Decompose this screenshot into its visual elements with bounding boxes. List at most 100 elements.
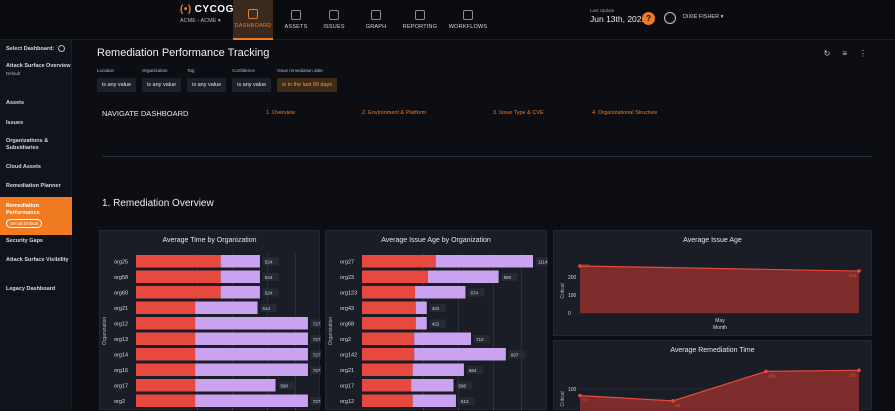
- nav-dashboard[interactable]: DASHBOARD: [233, 0, 273, 40]
- bar-segment: [435, 255, 534, 268]
- y-axis-label: Critical: [560, 283, 566, 298]
- graph-icon: [371, 10, 381, 20]
- data-label: 514: [263, 306, 271, 311]
- bar-segment: [362, 394, 413, 407]
- sidebar-item-label: Security Gaps: [6, 238, 43, 244]
- tick-label: org12: [114, 321, 128, 327]
- bar-segment: [220, 286, 260, 299]
- sidebar-item-label: Legacy Dashboard: [6, 286, 56, 292]
- tick-label: org60: [114, 290, 128, 296]
- bar-segment: [195, 394, 308, 407]
- tick-label: org21: [114, 306, 128, 312]
- sidebar-item-security-gaps[interactable]: Security Gaps: [0, 238, 72, 245]
- nav-assets-label: ASSETS: [284, 24, 308, 30]
- tick-label: org68: [340, 321, 354, 327]
- data-label: 890: [504, 275, 512, 280]
- nav-reporting[interactable]: REPORTING: [400, 0, 440, 40]
- info-icon[interactable]: [58, 45, 66, 52]
- help-icon[interactable]: ?: [642, 12, 655, 25]
- refresh-icon[interactable]: ↻: [824, 49, 831, 58]
- settings-icon[interactable]: [664, 12, 676, 24]
- filter-value[interactable]: is any value: [232, 78, 272, 92]
- data-label: 727: [313, 353, 321, 358]
- sidebar-item-legacy-dashboard[interactable]: Legacy Dashboard: [0, 286, 72, 293]
- sidebar-item-attack-surface-visibility[interactable]: Attack Surface Visibility: [0, 257, 72, 264]
- nav-dashboard-label: DASHBOARD: [234, 23, 272, 29]
- bar-segment: [220, 255, 260, 268]
- data-label: 234: [849, 273, 857, 278]
- tick-label: org25: [114, 259, 128, 265]
- data-label: 727: [313, 368, 321, 373]
- nav-link-overview[interactable]: 1. Overview: [266, 110, 295, 116]
- user-menu[interactable]: DIXIE FISHER ▾: [683, 14, 723, 20]
- select-dashboard-text: Select Dashboard:: [6, 45, 55, 52]
- bar-segment: [362, 255, 436, 268]
- data-label: 710: [476, 337, 484, 342]
- workflows-icon: [463, 10, 473, 20]
- nav-graph-label: GRAPH: [365, 24, 387, 30]
- filter-issue-remediation-date[interactable]: Issue remediation date is in the last 90…: [277, 68, 338, 92]
- filter-label: Organization: [142, 68, 168, 73]
- more-menu-icon[interactable]: ⋮: [859, 49, 867, 58]
- nav-issues[interactable]: ISSUES: [314, 0, 354, 40]
- filter-value[interactable]: is in the last 90 days: [277, 78, 338, 92]
- tick-label: org2: [340, 337, 351, 343]
- data-label: 185: [849, 372, 857, 377]
- nav-link-organizational-structure[interactable]: 4. Organizational Structure: [592, 110, 657, 116]
- filter-organization[interactable]: Organization is any value: [142, 68, 182, 92]
- sidebar-item-remediation-performance[interactable]: Remediation Performance Set as Default: [0, 197, 72, 235]
- tick-label: org13: [114, 337, 128, 343]
- bar-segment: [362, 348, 415, 361]
- bar-segment: [428, 270, 499, 283]
- tick-label: org16: [114, 368, 128, 374]
- area-fill: [580, 370, 859, 411]
- bar-segment: [362, 301, 416, 314]
- filter-value[interactable]: is any value: [97, 78, 137, 92]
- data-label: 422: [432, 322, 440, 327]
- sidebar: Select Dashboard: Attack Surface Overvie…: [0, 40, 72, 410]
- data-label: 596: [458, 384, 466, 389]
- brand-logo-icon: (•): [180, 4, 192, 15]
- bar-segment: [136, 317, 196, 330]
- filter-confidence[interactable]: Confidence is any value: [232, 68, 272, 92]
- nav-graph[interactable]: GRAPH: [356, 0, 396, 40]
- bar-segment: [136, 286, 221, 299]
- section-title: 1. Remediation Overview: [102, 198, 214, 209]
- bar-segment: [362, 363, 413, 376]
- sidebar-item-issues[interactable]: Issues: [0, 120, 72, 127]
- nav-link-environment-platform[interactable]: 2. Environment & Platform: [362, 110, 426, 116]
- filter-value[interactable]: is any value: [187, 78, 227, 92]
- sidebar-item-organizations[interactable]: Organizations & Subsidiaries: [0, 138, 72, 152]
- nav-assets[interactable]: ASSETS: [276, 0, 316, 40]
- filter-value[interactable]: is any value: [142, 78, 182, 92]
- sidebar-item-label: Attack Surface Overview: [6, 63, 71, 69]
- data-label: 612: [461, 399, 469, 404]
- select-dashboard-label: Select Dashboard:: [0, 45, 72, 53]
- sidebar-item-assets[interactable]: Assets: [0, 100, 72, 107]
- chart-card-average-issue-age-by-organization: Average Issue Age by Organization Organi…: [325, 230, 548, 411]
- data-label: 422: [432, 306, 440, 311]
- data-label: 727: [313, 399, 321, 404]
- data-label: 524: [265, 291, 273, 296]
- filter-icon[interactable]: ≡: [842, 49, 847, 58]
- divider: [102, 156, 872, 157]
- bar-segment: [195, 332, 308, 345]
- nav-link-issue-type-cve[interactable]: 3. Issue Type & CVE: [493, 110, 544, 116]
- filter-tag[interactable]: Tag is any value: [187, 68, 227, 92]
- sidebar-item-cloud-assets[interactable]: Cloud Assets: [0, 164, 72, 171]
- page-title: Remediation Performance Tracking: [97, 47, 270, 59]
- sidebar-item-label: Remediation Performance: [6, 203, 40, 216]
- filter-location[interactable]: Location is any value: [97, 68, 137, 92]
- chart-average-time-by-organization: Organization org25 524 org58 524 org60 524 org2…: [102, 253, 321, 411]
- sidebar-item-attack-surface-overview[interactable]: Attack Surface Overview Default: [0, 63, 72, 77]
- tick-label: org21: [340, 368, 354, 374]
- tick-label: org2: [114, 399, 125, 405]
- nav-workflows-label: WORKFLOWS: [448, 24, 488, 30]
- nav-workflows[interactable]: WORKFLOWS: [448, 0, 488, 40]
- data-label: 262: [582, 263, 590, 268]
- sidebar-item-remediation-planner[interactable]: Remediation Planner: [0, 183, 72, 190]
- y-axis-label: Organization: [328, 317, 334, 346]
- set-as-default-button[interactable]: Set as Default: [6, 219, 43, 228]
- bar-segment: [195, 348, 308, 361]
- filter-label: Issue remediation date: [277, 68, 323, 73]
